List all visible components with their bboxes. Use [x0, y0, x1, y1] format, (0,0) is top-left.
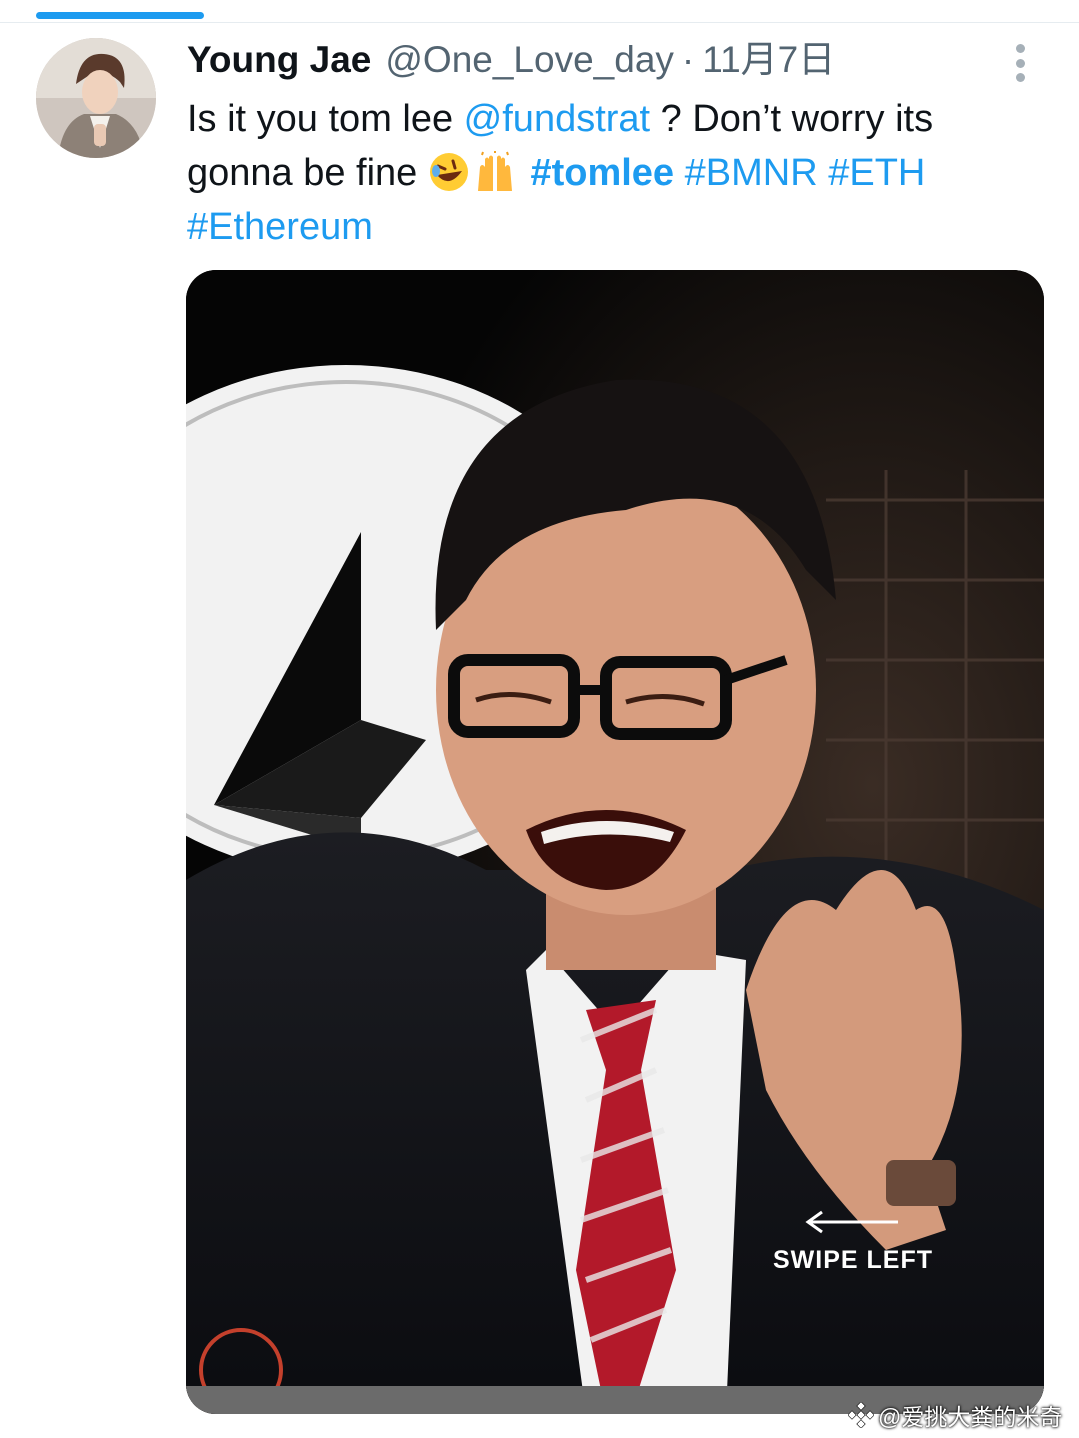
tweet-header: Young Jae @One_Love_day · 11月7日 — [187, 36, 835, 84]
left-arrow-icon — [805, 1210, 898, 1234]
tweet-text-part1: Is it you tom lee — [187, 98, 464, 140]
hashtag-link[interactable]: #BMNR — [685, 152, 818, 194]
swipe-left-overlay: SWIPE LEFT — [768, 1206, 938, 1276]
more-options-icon[interactable] — [1002, 40, 1038, 86]
avatar[interactable] — [36, 38, 156, 158]
raising-hands-emoji — [477, 151, 512, 191]
tweet-date[interactable]: 11月7日 — [702, 36, 835, 84]
separator: · — [681, 39, 695, 80]
rolling-on-floor-laughing-emoji — [429, 153, 468, 191]
binance-logo-icon — [848, 1402, 874, 1428]
hashtag-link[interactable]: #ETH — [828, 152, 925, 194]
hashtag-link[interactable]: #Ethereum — [187, 206, 373, 248]
divider — [0, 22, 1079, 23]
tweet-text: Is it you tom lee @fundstrat ? Don’t wor… — [187, 92, 1047, 254]
user-handle[interactable]: @One_Love_day — [385, 36, 674, 84]
mention-link[interactable]: @fundstrat — [464, 98, 650, 140]
tweet-media-image[interactable]: SWIPE LEFT — [186, 270, 1044, 1414]
tweet-screen: Young Jae @One_Love_day · 11月7日 Is it yo… — [0, 0, 1079, 1438]
swipe-left-label: SWIPE LEFT — [773, 1246, 933, 1274]
display-name[interactable]: Young Jae — [187, 36, 371, 84]
hashtag-link[interactable]: #tomlee — [530, 152, 674, 194]
watermark: @爱挑大粪的米奇 — [848, 1398, 1062, 1432]
tab-indicator — [36, 12, 204, 19]
avatar-image — [36, 38, 156, 158]
watermark-text: @爱挑大粪的米奇 — [878, 1404, 1063, 1430]
